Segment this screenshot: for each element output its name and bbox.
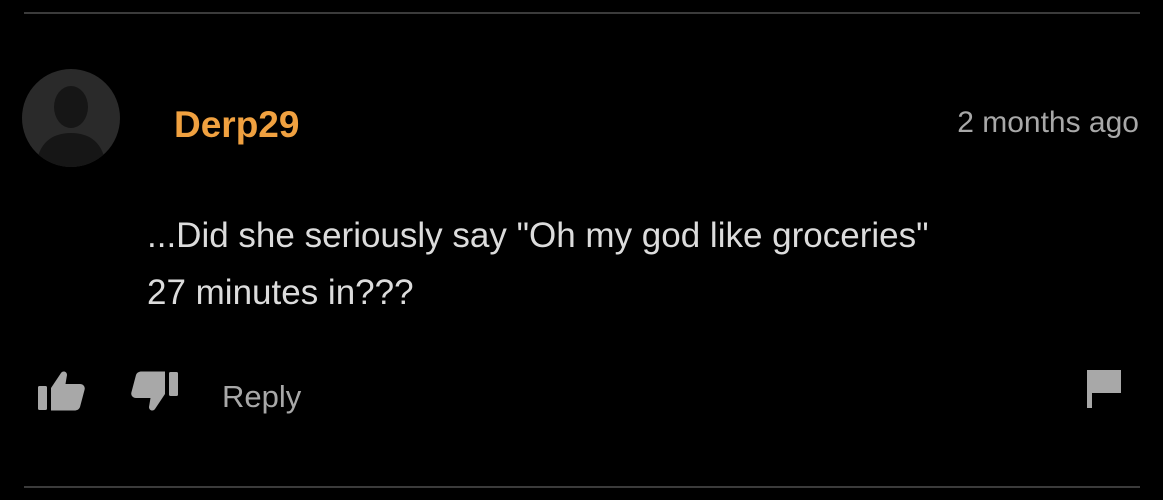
thumbs-up-icon[interactable] bbox=[38, 369, 86, 413]
avatar[interactable] bbox=[22, 69, 120, 167]
user-silhouette-icon bbox=[36, 86, 106, 167]
bottom-divider bbox=[24, 486, 1140, 488]
reply-button[interactable]: Reply bbox=[222, 379, 301, 415]
comment-timestamp: 2 months ago bbox=[957, 106, 1139, 139]
top-divider bbox=[24, 12, 1140, 14]
comment-username[interactable]: Derp29 bbox=[174, 103, 299, 147]
thumbs-down-icon[interactable] bbox=[130, 369, 178, 413]
comment-text: ...Did she seriously say "Oh my god like… bbox=[147, 207, 1127, 321]
flag-icon[interactable] bbox=[1087, 369, 1125, 409]
comment-text-line: 27 minutes in??? bbox=[147, 273, 414, 312]
comment-text-line: ...Did she seriously say "Oh my god like… bbox=[147, 216, 929, 255]
